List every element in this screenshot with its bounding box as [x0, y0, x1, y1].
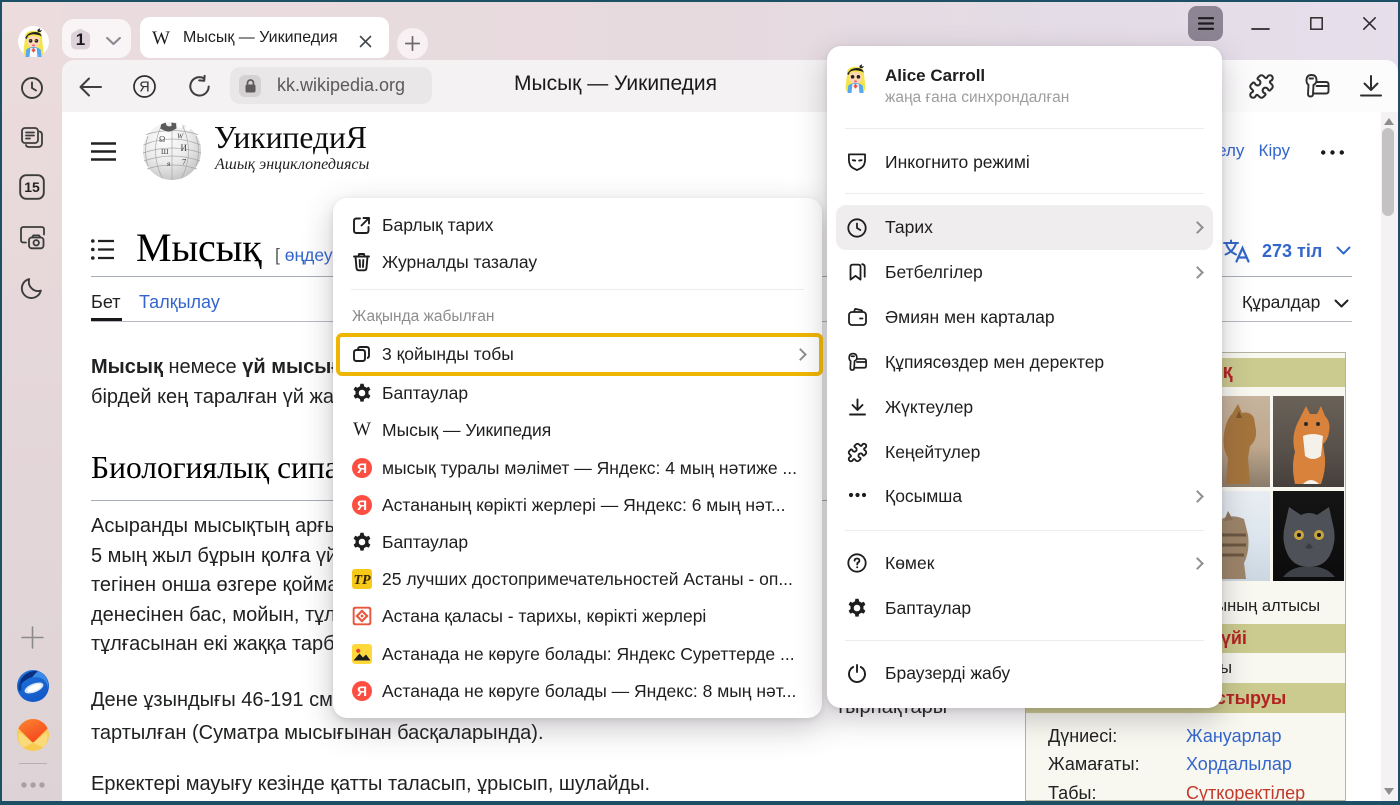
svg-text:Ω: Ω — [159, 134, 165, 144]
svg-text:И: И — [181, 143, 188, 153]
svg-text:Я: Я — [357, 683, 367, 699]
svg-text:Я: Я — [357, 460, 367, 476]
svg-text:W: W — [177, 132, 184, 141]
svg-text:я: я — [167, 159, 171, 168]
svg-text:Ш: Ш — [161, 147, 169, 156]
svg-text:Я: Я — [139, 80, 149, 96]
svg-text:Я: Я — [357, 497, 367, 513]
svg-text:15: 15 — [24, 179, 40, 195]
svg-text:7: 7 — [182, 157, 186, 167]
svg-text:TP: TP — [353, 573, 371, 588]
